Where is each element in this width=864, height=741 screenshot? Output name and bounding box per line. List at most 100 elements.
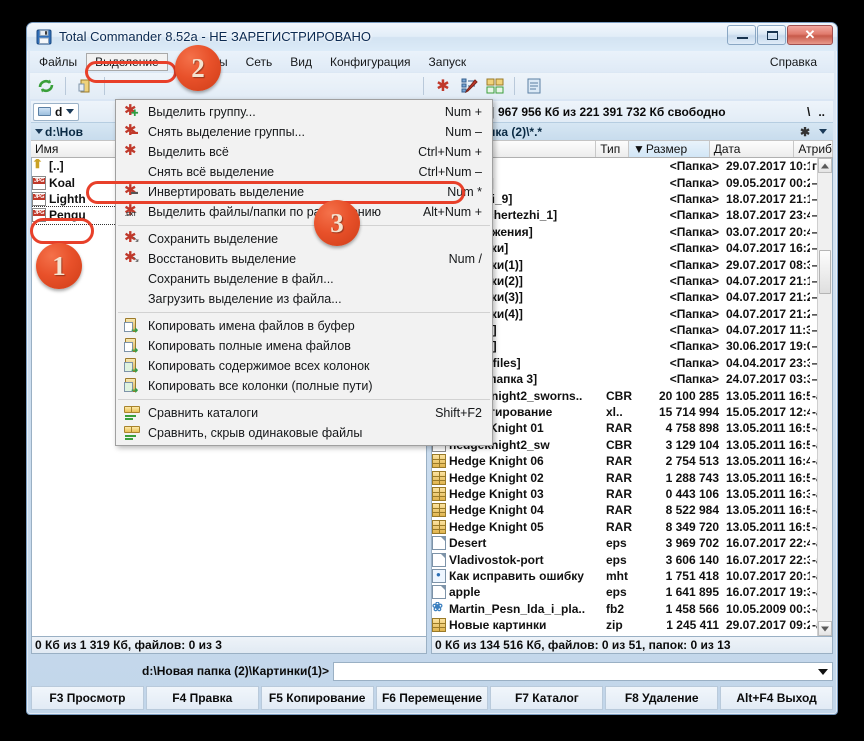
select-edit-icon[interactable] bbox=[459, 76, 479, 96]
dropdown-menu-item[interactable]: Загрузить выделение из файла... bbox=[116, 289, 492, 309]
asterisk-icon bbox=[124, 141, 140, 160]
menu-item-start[interactable]: Запуск bbox=[420, 53, 476, 71]
toolbar-separator bbox=[423, 77, 424, 95]
table-row[interactable]: appleeps1 641 89516.07.2017 19:38-а— bbox=[432, 584, 832, 600]
table-row[interactable]: Martin_Pesn_lda_i_pla.. fb2 1 458 566 10.05… bbox=[432, 601, 832, 617]
col-header-type[interactable]: Тип bbox=[596, 141, 630, 157]
dropdown-menu-item[interactable]: Сравнить, скрыв одинаковые файлы bbox=[116, 423, 492, 443]
left-status-bar: 0 Кб из 1 319 Кб, файлов: 0 из 3 bbox=[31, 637, 427, 654]
drive-icon bbox=[38, 107, 51, 116]
dropdown-menu-item[interactable]: ➜ Копировать имена файлов в буфер bbox=[116, 316, 492, 336]
dropdown-menu-item[interactable]: Восстановить выделение Num / bbox=[116, 248, 492, 269]
compare-folders-icon[interactable] bbox=[485, 76, 505, 96]
menu-item-selection[interactable]: Выделение bbox=[86, 52, 168, 71]
fkey-f5-copy[interactable]: F5 Копирование bbox=[260, 686, 374, 710]
table-row[interactable]: Vladivostok-port eps 3 606 140 16.07.2017 2… bbox=[432, 551, 832, 567]
left-drive-selector[interactable]: d bbox=[33, 102, 80, 121]
fkey-f8-delete[interactable]: F8 Удаление bbox=[605, 686, 719, 710]
menu-item-label: Сохранить выделение bbox=[148, 232, 279, 246]
scroll-up-button[interactable] bbox=[818, 158, 832, 173]
clipboard-icon: ➜ bbox=[124, 338, 140, 355]
file-size: <Папка> bbox=[669, 159, 719, 174]
archive-icon bbox=[432, 503, 446, 518]
jpg-icon bbox=[32, 175, 46, 190]
chevron-down-icon[interactable] bbox=[819, 129, 827, 134]
menu-item-label: Сравнить каталоги bbox=[148, 406, 259, 420]
archive-icon bbox=[432, 618, 446, 633]
file-type: mht bbox=[606, 568, 628, 583]
close-button[interactable]: ✕ bbox=[787, 25, 833, 45]
asterisk-icon[interactable]: ✱ bbox=[433, 76, 453, 96]
menu-item-files[interactable]: Файлы bbox=[30, 53, 86, 71]
table-row[interactable]: Hedge Knight 06 RAR 2 754 513 13.05.2011 16… bbox=[432, 453, 832, 469]
dropdown-menu-item[interactable]: Сохранить выделение bbox=[116, 228, 492, 249]
file-date: 30.06.2017 19:06 bbox=[726, 339, 810, 354]
col-header-date[interactable]: Дата bbox=[710, 141, 795, 157]
file-type: eps bbox=[606, 552, 627, 567]
dotdot-icon[interactable]: .. bbox=[818, 105, 825, 119]
file-type: fb2 bbox=[606, 601, 624, 616]
file-name: Martin_Pesn_lda_i_pla.. bbox=[449, 601, 586, 616]
asterisk-icon[interactable]: ✱ bbox=[800, 125, 810, 139]
dropdown-menu-item[interactable]: ➜ Копировать все колонки (полные пути) bbox=[116, 376, 492, 396]
minimize-button[interactable] bbox=[727, 25, 756, 45]
fkey-f6-move[interactable]: F6 Перемещение bbox=[375, 686, 489, 710]
scroll-thumb[interactable] bbox=[819, 250, 831, 294]
menu-item-help[interactable]: Справка bbox=[761, 53, 826, 71]
file-size: 15 714 994 bbox=[658, 405, 719, 420]
window-controls: ✕ bbox=[727, 25, 833, 45]
dropdown-menu-item[interactable]: ➜ Копировать полные имена файлов bbox=[116, 336, 492, 356]
sort-down-icon: ▼ bbox=[633, 142, 645, 156]
file-type: RAR bbox=[606, 421, 632, 436]
menu-item-network[interactable]: Сеть bbox=[237, 53, 282, 71]
fkey-f3-view[interactable]: F3 Просмотр bbox=[31, 686, 144, 710]
scroll-down-button[interactable] bbox=[818, 621, 832, 636]
fkey-f4-edit[interactable]: F4 Правка bbox=[145, 686, 259, 710]
toolbar: ✱ bbox=[30, 73, 834, 99]
menu-item-label: Выделить всё bbox=[148, 145, 229, 159]
file-name: Новые картинки bbox=[449, 618, 547, 633]
file-type: RAR bbox=[606, 519, 632, 534]
table-row[interactable]: Hedge Knight 04 RAR 8 522 984 13.05.2011 16… bbox=[432, 502, 832, 518]
dropdown-menu-item[interactable]: Сравнить каталоги Shift+F2 bbox=[116, 403, 492, 423]
right-list-scrollbar[interactable] bbox=[817, 158, 832, 636]
command-input[interactable] bbox=[333, 661, 833, 681]
table-row[interactable]: Hedge Knight 02 RAR 1 288 743 13.05.2011 16… bbox=[432, 469, 832, 485]
table-row[interactable]: Новые картинки zip 1 245 411 29.07.2017 09:… bbox=[432, 617, 832, 633]
file-date: 13.05.2011 16:49 bbox=[726, 454, 810, 469]
asterisk-plus-icon bbox=[124, 101, 140, 120]
fkey-f7-mkdir[interactable]: F7 Каталог bbox=[490, 686, 604, 710]
chevron-down-icon[interactable] bbox=[818, 668, 828, 675]
save-disk-icon bbox=[36, 29, 52, 45]
file-size: 20 100 285 bbox=[658, 388, 719, 403]
dropdown-menu-item[interactable]: ➜ Копировать содержимое всех колонок bbox=[116, 356, 492, 376]
table-row[interactable]: Deserteps3 969 70216.07.2017 22:44-а— bbox=[432, 535, 832, 551]
table-row[interactable]: Hedge Knight 03 RAR 0 443 106 13.05.2011 16… bbox=[432, 486, 832, 502]
dropdown-menu-item[interactable]: Выделить группу... Num + bbox=[116, 101, 492, 122]
file-name: Koal bbox=[49, 175, 76, 190]
dropdown-menu-item[interactable]: Снять всё выделение Ctrl+Num – bbox=[116, 162, 492, 182]
dropdown-menu-item[interactable]: Сохранить выделение в файл... bbox=[116, 269, 492, 289]
menu-item-label: Снять всё выделение bbox=[148, 165, 275, 179]
dropdown-menu-item[interactable]: Выделить всё Ctrl+Num + bbox=[116, 141, 492, 162]
backslash-icon[interactable]: \ bbox=[807, 105, 810, 119]
maximize-button[interactable] bbox=[757, 25, 786, 45]
refresh-icon[interactable] bbox=[36, 76, 56, 96]
menu-item-label: Выделить группу... bbox=[148, 105, 256, 119]
fkey-altf4-exit[interactable]: Alt+F4 Выход bbox=[720, 686, 834, 710]
lock-icon[interactable] bbox=[75, 76, 95, 96]
file-name: Как исправить ошибку bbox=[449, 568, 584, 583]
file-date: 04.07.2017 21:18 bbox=[726, 273, 810, 288]
col-header-attributes[interactable]: Атрибуты bbox=[794, 141, 833, 157]
menu-item-shortcut: Ctrl+Num – bbox=[418, 165, 482, 179]
notepad-icon[interactable] bbox=[524, 76, 544, 96]
col-header-size[interactable]: ▼ Размер bbox=[629, 141, 710, 157]
table-row[interactable]: Hedge Knight 05 RAR 8 349 720 13.05.2011 16… bbox=[432, 519, 832, 535]
dropdown-menu-item[interactable]: Инвертировать выделение Num * bbox=[116, 181, 492, 202]
no-icon bbox=[124, 271, 140, 287]
table-row[interactable]: Как исправить ошибку mht 1 751 418 10.07.20… bbox=[432, 568, 832, 584]
menu-item-configuration[interactable]: Конфигурация bbox=[321, 53, 420, 71]
dropdown-menu-item[interactable]: Снять выделение группы... Num – bbox=[116, 121, 492, 142]
menu-item-view[interactable]: Вид bbox=[281, 53, 321, 71]
dropdown-menu-item[interactable]: Выделить файлы/папки по расширениюAlt+Nu… bbox=[116, 201, 492, 222]
